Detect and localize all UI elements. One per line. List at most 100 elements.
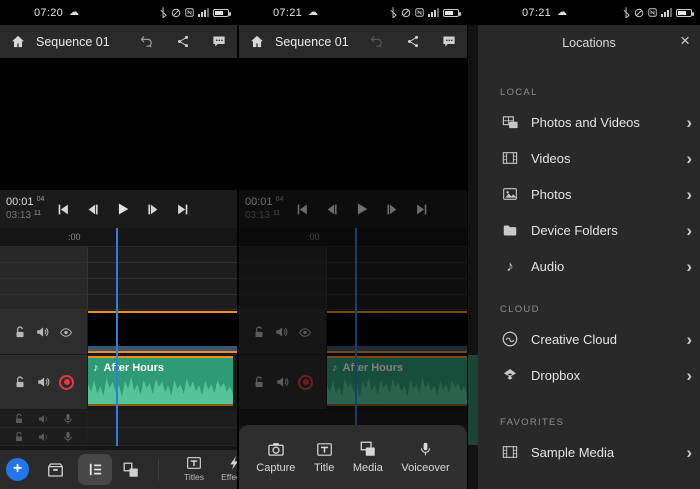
skip-end-button[interactable]	[176, 203, 190, 216]
mute-icon	[634, 8, 644, 18]
music-note-icon: ♪	[332, 362, 338, 374]
chevron-right-icon: ›	[686, 444, 692, 461]
media-button[interactable]: Media	[353, 440, 383, 474]
time-ruler: :00	[239, 228, 467, 247]
chevron-right-icon: ›	[686, 186, 692, 203]
waveform	[88, 370, 233, 404]
frame-back-button[interactable]	[86, 203, 100, 216]
creative-cloud-icon	[501, 330, 519, 348]
location-row-videos[interactable]: Videos ›	[490, 140, 700, 176]
weather-cloud-icon: ☁	[557, 7, 567, 18]
location-row-sample-media[interactable]: Sample Media ›	[490, 434, 700, 470]
video-clip[interactable]	[88, 311, 237, 353]
timeline-view-button[interactable]	[78, 454, 112, 485]
locations-panel: Locations × LOCAL Photos and Videos › Vi…	[478, 25, 700, 489]
skip-start-button[interactable]	[56, 203, 70, 216]
folder-icon	[501, 223, 519, 238]
chevron-right-icon: ›	[686, 258, 692, 275]
status-icons	[390, 7, 459, 18]
sequence-title: Sequence 01	[275, 35, 349, 49]
audio-track: ♪After Hours	[0, 355, 237, 410]
video-lane	[88, 310, 237, 355]
location-row-photos[interactable]: Photos ›	[490, 176, 700, 212]
comment-icon[interactable]	[211, 34, 227, 49]
audio-track-controls	[0, 355, 88, 410]
title-button[interactable]: Title	[314, 441, 334, 474]
speaker-icon[interactable]	[37, 413, 50, 425]
bluetooth-icon	[623, 7, 630, 18]
location-row-photos-and-videos[interactable]: Photos and Videos ›	[490, 104, 700, 140]
close-icon[interactable]: ×	[680, 32, 690, 49]
home-icon[interactable]	[10, 34, 26, 49]
audio-clip[interactable]: ♪After Hours	[88, 356, 233, 406]
location-row-creative-cloud[interactable]: Creative Cloud ›	[490, 321, 700, 357]
share-icon[interactable]	[176, 34, 190, 49]
eye-icon[interactable]	[58, 326, 74, 339]
speaker-icon[interactable]	[35, 325, 50, 339]
frame-forward-button[interactable]	[146, 203, 160, 216]
effects-button[interactable]: Effects	[214, 455, 237, 482]
share-icon[interactable]	[406, 34, 420, 49]
collapsed-track[interactable]	[0, 247, 237, 263]
status-icons	[160, 7, 229, 18]
collapsed-track[interactable]	[0, 263, 237, 279]
nfc-icon	[185, 8, 194, 17]
nfc-icon	[415, 8, 424, 17]
microphone-icon[interactable]	[62, 430, 74, 444]
project-browser-button[interactable]	[45, 461, 66, 479]
microphone-icon[interactable]	[62, 412, 74, 426]
undo-icon	[368, 34, 385, 49]
lock-icon[interactable]	[13, 375, 27, 390]
voiceover-button[interactable]: Voiceover	[401, 440, 449, 474]
waveform	[327, 370, 467, 404]
playhead[interactable]	[116, 228, 118, 446]
location-row-dropbox[interactable]: Dropbox ›	[490, 357, 700, 393]
mute-icon	[171, 8, 181, 18]
collapsed-track[interactable]	[0, 279, 237, 295]
music-note-icon: ♪	[93, 362, 99, 374]
audio-clip-fragment	[468, 355, 478, 445]
titles-icon	[185, 455, 203, 471]
home-icon[interactable]	[249, 34, 265, 49]
media-icon	[358, 440, 378, 458]
record-button[interactable]	[59, 375, 74, 390]
voiceover-track	[239, 410, 467, 425]
audio-clip: ♪After Hours	[327, 356, 467, 406]
dimmed-editor-sliver	[468, 25, 478, 489]
camera-icon	[266, 441, 286, 458]
transport-bar: 00:01 04 03:13 11	[0, 190, 237, 228]
video-preview	[239, 58, 467, 190]
play-button[interactable]	[116, 202, 130, 216]
voiceover-track	[0, 410, 237, 428]
add-media-button[interactable]: +	[6, 458, 29, 481]
time-ruler[interactable]: :00	[0, 228, 237, 247]
photos-videos-icon	[501, 114, 520, 131]
status-time: 07:20	[34, 7, 63, 19]
toolbar-divider	[158, 459, 159, 481]
collapsed-track	[239, 247, 467, 263]
collapsed-track	[239, 295, 467, 310]
chevron-right-icon: ›	[686, 222, 692, 239]
titles-button[interactable]: Titles	[176, 455, 212, 482]
collapsed-track[interactable]	[0, 295, 237, 310]
music-note-icon: ♪	[506, 258, 514, 275]
frame-back-button	[325, 203, 339, 216]
speaker-icon[interactable]	[37, 431, 50, 443]
section-label-favorites: FAVORITES	[490, 393, 700, 434]
lock-icon[interactable]	[13, 431, 25, 443]
locations-header: Locations ×	[478, 25, 700, 60]
photo-icon	[501, 186, 519, 202]
chevron-right-icon: ›	[686, 331, 692, 348]
overlay-layout-button[interactable]	[121, 461, 141, 479]
speaker-icon[interactable]	[36, 375, 51, 389]
location-row-device-folders[interactable]: Device Folders ›	[490, 212, 700, 248]
undo-icon[interactable]	[138, 34, 155, 49]
status-time: 07:21	[273, 7, 302, 19]
video-preview[interactable]	[0, 58, 237, 190]
lock-icon[interactable]	[13, 325, 27, 340]
location-row-audio[interactable]: ♪ Audio ›	[490, 248, 700, 284]
capture-button[interactable]: Capture	[256, 441, 295, 474]
lock-icon[interactable]	[13, 413, 25, 425]
audio-clip-label: ♪After Hours	[93, 362, 164, 374]
comment-icon[interactable]	[441, 34, 457, 49]
